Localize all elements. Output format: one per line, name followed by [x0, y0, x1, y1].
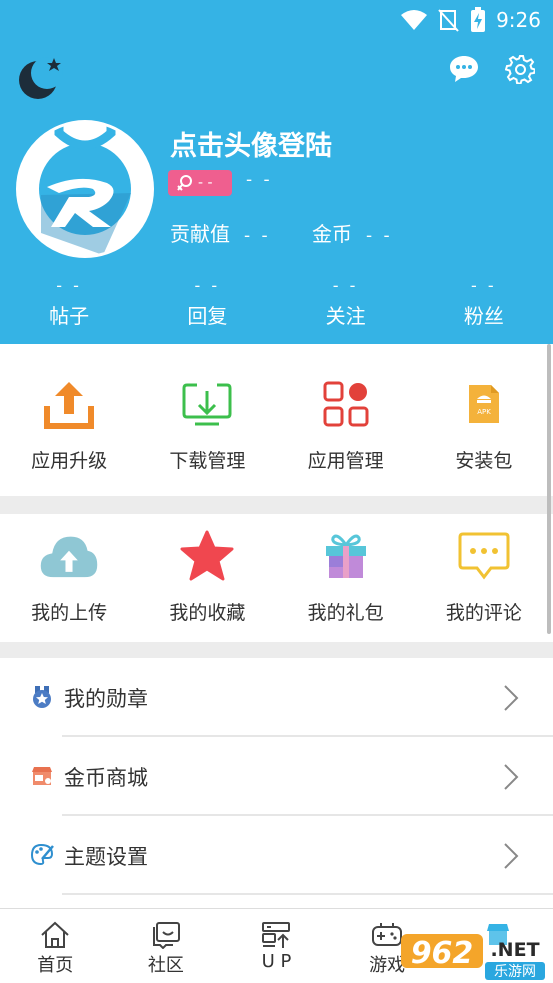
- star-icon: [180, 530, 234, 581]
- coins-value: - -: [366, 226, 393, 246]
- gift-icon: [325, 534, 366, 578]
- list-item-label: 主题设置: [64, 844, 148, 869]
- count-label: 回复: [187, 304, 228, 328]
- app-upgrade-button[interactable]: 应用升级: [0, 374, 138, 496]
- my-comments-button[interactable]: 我的评论: [415, 526, 553, 642]
- watermark-number: 962: [411, 936, 474, 971]
- app-logo-icon: [19, 123, 151, 255]
- row-divider: [62, 893, 553, 895]
- app-manager-button[interactable]: 应用管理: [277, 374, 415, 496]
- login-prompt[interactable]: 点击头像登陆: [170, 124, 332, 163]
- profile-header: 点击头像登陆 - - - - 贡献值 - - 金币 - - - - 帖子 - - 回复 …: [0, 40, 553, 344]
- no-signal-icon: [438, 9, 459, 32]
- count-replies[interactable]: - - 回复: [138, 276, 276, 329]
- home-icon: [41, 921, 69, 948]
- female-icon: [177, 175, 192, 191]
- palette-icon: [30, 843, 54, 866]
- tab-up[interactable]: U P: [221, 909, 332, 983]
- watermark-subtitle: 乐游网: [494, 964, 536, 980]
- count-value: - -: [332, 276, 359, 295]
- tab-label: 社区: [147, 955, 184, 976]
- watermark-suffix: .NET: [490, 939, 539, 961]
- chevron-right-icon: [504, 843, 519, 869]
- count-value: - -: [194, 276, 221, 295]
- scrollbar[interactable]: [547, 344, 551, 634]
- wifi-icon: [401, 10, 428, 30]
- medal-icon: [33, 686, 51, 708]
- comment-bubble-icon: [458, 532, 510, 580]
- section-divider: [0, 642, 553, 658]
- tool-label: 应用管理: [307, 450, 384, 472]
- apps-grid-icon: [323, 381, 369, 427]
- clock: 9:26: [496, 8, 541, 32]
- count-following[interactable]: - - 关注: [277, 276, 415, 329]
- tool-label: 应用升级: [31, 450, 108, 472]
- profile-screen: 9:26 点击头像登陆 - - - - 贡献值 - - 金币 - - - - 帖…: [0, 0, 553, 983]
- status-bar: 9:26: [0, 0, 553, 40]
- chat-bubble-icon: [450, 56, 478, 82]
- gender-badge-text: - -: [198, 175, 213, 191]
- chevron-right-icon: [504, 685, 519, 711]
- coins-label: 金币: [312, 222, 352, 246]
- install-package-button[interactable]: APK 安装包: [415, 374, 553, 496]
- my-uploads-button[interactable]: 我的上传: [0, 526, 138, 642]
- chevron-right-icon: [504, 764, 519, 790]
- tools-grid: 应用升级 下载管理 应用管理 APK 安装包: [0, 344, 553, 496]
- my-gifts-button[interactable]: 我的礼包: [277, 526, 415, 642]
- contribution-label: 贡献值: [170, 222, 230, 246]
- mine-label: 我的收藏: [169, 602, 246, 624]
- count-label: 粉丝: [463, 304, 504, 328]
- cloud-upload-icon: [40, 536, 98, 578]
- count-posts[interactable]: - - 帖子: [0, 276, 138, 329]
- list-item-coin-shop[interactable]: 金币商城: [0, 737, 553, 816]
- download-box-icon: [182, 383, 232, 426]
- count-label: 帖子: [49, 304, 90, 328]
- download-manager-button[interactable]: 下载管理: [138, 374, 276, 496]
- contribution-stat: 贡献值 - -: [170, 218, 271, 247]
- settings-list: 我的勋章 金币商城 主题设置: [0, 658, 553, 895]
- mine-grid: 我的上传 我的收藏 我的礼包 我的评论: [0, 514, 553, 642]
- list-item-medals[interactable]: 我的勋章: [0, 658, 553, 737]
- up-server-icon: [262, 922, 291, 948]
- count-value: - -: [56, 276, 82, 295]
- social-counts: - - 帖子 - - 回复 - - 关注 - - 粉丝: [0, 276, 553, 329]
- svg-text:APK: APK: [477, 408, 491, 416]
- apk-file-icon: APK: [468, 385, 499, 423]
- community-icon: [152, 922, 180, 949]
- tab-home[interactable]: 首页: [0, 909, 111, 983]
- count-label: 关注: [325, 304, 366, 328]
- list-item-theme-settings[interactable]: 主题设置: [0, 816, 553, 895]
- tool-label: 下载管理: [169, 450, 246, 472]
- battery-charging-icon: [471, 7, 486, 32]
- moon-star-icon: [19, 57, 63, 99]
- mine-label: 我的评论: [445, 602, 522, 624]
- contribution-value: - -: [244, 226, 271, 246]
- mine-label: 我的礼包: [307, 602, 384, 624]
- messages-button[interactable]: [447, 52, 481, 86]
- count-value: - -: [471, 276, 497, 295]
- shop-icon: [32, 767, 52, 785]
- night-mode-button[interactable]: [16, 52, 66, 102]
- tab-label: 首页: [37, 955, 74, 976]
- gender-badge: - -: [168, 170, 232, 196]
- my-favorites-button[interactable]: 我的收藏: [138, 526, 276, 642]
- gear-icon: [505, 55, 535, 84]
- list-item-label: 我的勋章: [64, 686, 148, 711]
- level-value: - -: [246, 170, 273, 190]
- avatar[interactable]: [16, 120, 154, 258]
- section-divider: [0, 496, 553, 514]
- tool-label: 安装包: [455, 450, 513, 472]
- watermark-logo: 962 .NET 乐游网: [401, 934, 545, 980]
- tab-label: U P: [261, 951, 292, 972]
- list-item-label: 金币商城: [64, 765, 148, 790]
- count-fans[interactable]: - - 粉丝: [415, 276, 553, 329]
- settings-button[interactable]: [503, 52, 537, 86]
- mine-label: 我的上传: [31, 602, 108, 624]
- coins-stat: 金币 - -: [312, 218, 393, 247]
- tab-community[interactable]: 社区: [111, 909, 222, 983]
- upload-tray-icon: [44, 382, 95, 429]
